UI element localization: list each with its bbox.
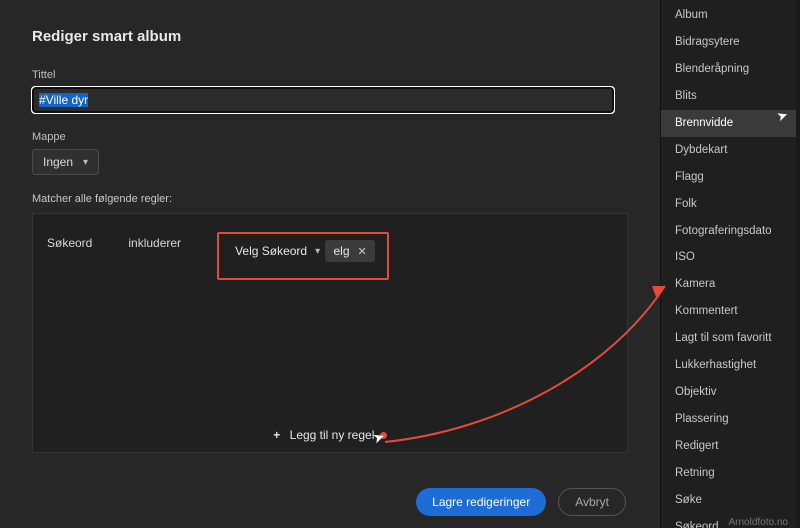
keyword-picker[interactable]: Velg Søkeord ▾ xyxy=(231,242,322,268)
close-icon[interactable]: ✕ xyxy=(358,245,367,258)
rule-field[interactable]: Søkeord xyxy=(47,232,92,250)
menu-item[interactable]: Lagt til som favoritt xyxy=(661,325,796,352)
menu-item[interactable]: Plassering xyxy=(661,406,796,433)
menu-item[interactable]: Kamera xyxy=(661,271,796,298)
menu-item[interactable]: Retning xyxy=(661,460,796,487)
menu-item[interactable]: ISO xyxy=(661,244,796,271)
menu-item[interactable]: Flagg xyxy=(661,164,796,191)
cursor-icon: ➤ xyxy=(370,428,387,448)
keyword-chip[interactable]: elg ✕ xyxy=(325,240,374,262)
folder-select-value: Ingen xyxy=(43,155,73,169)
cancel-button[interactable]: Avbryt xyxy=(558,488,626,516)
rules-panel: Søkeord inkluderer Velg Søkeord ▾ elg ✕ … xyxy=(32,213,628,453)
menu-item[interactable]: Søke xyxy=(661,487,796,514)
menu-item[interactable]: Bidragsytere xyxy=(661,29,796,56)
rule-operator[interactable]: inkluderer xyxy=(128,232,181,250)
chevron-down-icon: ▾ xyxy=(83,157,88,168)
add-rule-button[interactable]: + Legg til ny regel ➤ xyxy=(33,428,627,442)
title-input[interactable] xyxy=(32,87,614,113)
keyword-picker-label: Velg Søkeord xyxy=(235,244,307,258)
rule-row: Søkeord inkluderer Velg Søkeord ▾ elg ✕ xyxy=(47,232,613,280)
edit-smart-album-dialog: Rediger smart album Tittel Mappe Ingen ▾… xyxy=(0,0,660,528)
keyword-chip-label: elg xyxy=(333,244,349,258)
menu-item[interactable]: Blits xyxy=(661,83,796,110)
menu-item[interactable]: Dybdekart xyxy=(661,137,796,164)
menu-item[interactable]: Redigert xyxy=(661,433,796,460)
menu-item[interactable]: Folk xyxy=(661,191,796,218)
menu-item[interactable]: Objektiv xyxy=(661,379,796,406)
rule-field-menu[interactable]: AlbumBidragsytereBlenderåpningBlitsBrenn… xyxy=(660,0,796,528)
plus-icon: + xyxy=(273,428,280,442)
folder-select[interactable]: Ingen ▾ xyxy=(32,149,99,175)
dialog-footer: Lagre redigeringer Avbryt xyxy=(416,488,626,516)
title-field-label: Tittel xyxy=(32,69,628,81)
menu-item[interactable]: Fotograferingsdato xyxy=(661,218,796,245)
menu-item[interactable]: Lukkerhastighet xyxy=(661,352,796,379)
watermark: Arnoldfoto.no xyxy=(729,517,789,528)
dialog-title: Rediger smart album xyxy=(32,28,628,45)
folder-field-label: Mappe xyxy=(32,131,628,143)
chevron-down-icon: ▾ xyxy=(315,246,320,257)
add-rule-label: Legg til ny regel xyxy=(290,428,375,442)
menu-item[interactable]: Kommentert xyxy=(661,298,796,325)
annotation-highlight: Velg Søkeord ▾ elg ✕ xyxy=(217,232,389,280)
menu-item[interactable]: Album xyxy=(661,2,796,29)
rules-label: Matcher alle følgende regler: xyxy=(32,193,628,205)
save-button[interactable]: Lagre redigeringer xyxy=(416,488,546,516)
menu-item[interactable]: Blenderåpning xyxy=(661,56,796,83)
